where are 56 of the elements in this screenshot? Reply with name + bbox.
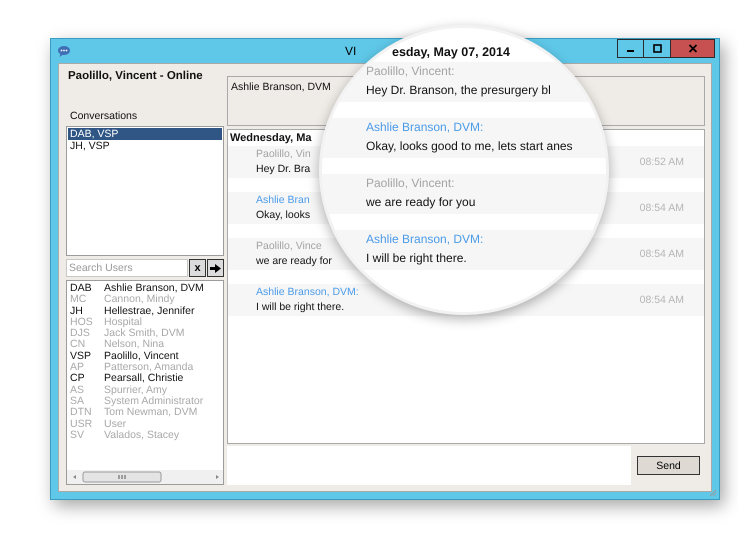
chat-date: Wednesday, Ma <box>230 132 313 144</box>
clear-button[interactable]: x <box>189 259 206 277</box>
message-text: we are ready for <box>256 254 332 269</box>
send-button[interactable]: Send <box>637 456 700 475</box>
magnified-sender: Paolillo, Vincent: <box>366 63 456 80</box>
magnified-sender: Ashlie Branson, DVM: <box>366 119 484 136</box>
arrow-right-icon <box>210 264 221 272</box>
conversation-item[interactable]: DAB, VSP <box>68 128 222 140</box>
close-icon <box>688 44 698 53</box>
user-item[interactable]: DJS Jack Smith, DVM <box>70 328 220 340</box>
magnified-message-text: Okay, looks good to me, lets start anes <box>366 138 574 155</box>
message-input[interactable] <box>227 446 631 485</box>
user-item[interactable]: SV Valados, Stacey <box>70 430 220 442</box>
message-sender: Ashlie Branson, DVM: <box>256 285 359 300</box>
conversations-label: Conversations <box>70 110 138 122</box>
horizontal-scrollbar[interactable] <box>67 470 223 484</box>
user-item[interactable]: SA System Administrator <box>70 396 220 408</box>
user-item[interactable]: DAB Ashlie Branson, DVM <box>70 283 220 294</box>
user-item[interactable]: AP Patterson, Amanda <box>70 362 220 374</box>
message-time: 08:54 AM <box>640 248 684 260</box>
magnified-date: esday, May 07, 2014 <box>392 44 511 60</box>
message-time: 08:54 AM <box>640 294 684 306</box>
user-item[interactable]: CP Pearsall, Christie <box>70 373 220 385</box>
chat-bubble-icon <box>57 44 71 58</box>
resize-grip-icon[interactable] <box>708 488 717 497</box>
user-item[interactable]: USR User <box>70 418 220 430</box>
go-button[interactable] <box>207 259 224 277</box>
message-text: Hey Dr. Bra <box>256 162 311 177</box>
magnified-message-text: Hey Dr. Branson, the presurgery bl <box>366 82 552 99</box>
minimize-button[interactable] <box>617 39 644 58</box>
message-sender: Paolillo, Vin <box>256 147 311 162</box>
message-text: Okay, looks <box>256 208 310 223</box>
message-sender: Paolillo, Vince <box>256 239 323 254</box>
user-item[interactable]: AS Spurrier, Amy <box>70 384 220 396</box>
magnified-message-text: I will be right there. <box>366 250 468 267</box>
maximize-icon <box>652 44 662 53</box>
magnified-message-text: we are ready for you <box>366 194 476 211</box>
close-button[interactable] <box>671 39 715 58</box>
conversation-item[interactable]: JH, VSP <box>68 140 222 152</box>
user-item[interactable]: JH Hellestrae, Jennifer <box>70 306 220 317</box>
user-item[interactable]: HOS Hospital <box>70 316 220 328</box>
user-item[interactable]: DTN Tom Newman, DVM <box>70 407 220 419</box>
message-time: 08:54 AM <box>640 202 684 214</box>
search-field[interactable]: Search Users <box>66 259 188 277</box>
user-item[interactable]: CN Nelson, Nina <box>70 339 220 351</box>
user-status: Paolillo, Vincent - Online <box>68 70 204 82</box>
magnified-sender: Paolillo, Vincent: <box>366 175 456 192</box>
message-sender: Ashlie Bran <box>256 193 310 208</box>
user-item[interactable]: MC Cannon, Mindy <box>70 294 220 306</box>
user-item[interactable]: VSP Paolillo, Vincent <box>70 350 220 362</box>
window-title: VI <box>345 44 356 58</box>
message-text: I will be right there. <box>256 300 346 315</box>
magnified-sender: Ashlie Branson, DVM: <box>366 231 484 248</box>
maximize-button[interactable] <box>644 39 671 58</box>
message-time: 08:52 AM <box>640 156 684 168</box>
participants: Ashlie Branson, DVM <box>231 81 331 93</box>
